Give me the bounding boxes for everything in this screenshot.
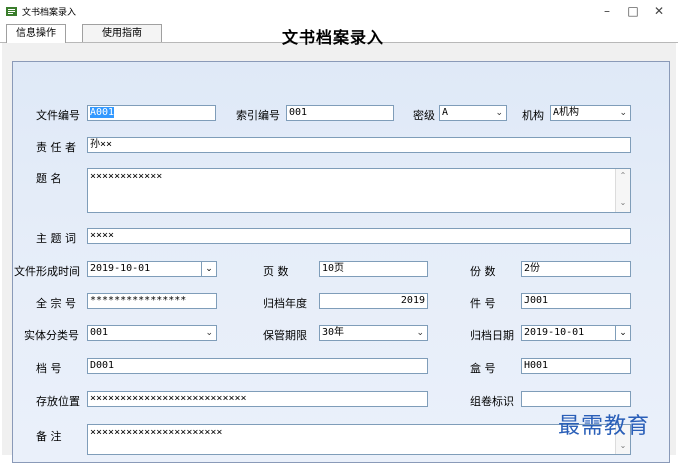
subject-input[interactable]: ×××× xyxy=(87,228,631,244)
archive-date-label: 归档日期 xyxy=(470,329,514,342)
retention-label: 保管期限 xyxy=(263,329,307,342)
title-field-label: 题 名 xyxy=(36,172,62,185)
form-title: 文书档案录入 xyxy=(281,28,384,47)
year-label: 归档年度 xyxy=(263,297,307,310)
form-date-picker[interactable]: 2019-10-01 ⌄ xyxy=(87,261,217,277)
subject-label: 主 题 词 xyxy=(36,232,76,245)
category-label: 实体分类号 xyxy=(24,329,79,342)
doc-no-value: A001 xyxy=(90,107,115,118)
copies-label: 份 数 xyxy=(470,265,496,278)
secret-select[interactable]: A ⌄ xyxy=(439,105,507,121)
retention-select[interactable]: 30年 ⌄ xyxy=(319,325,428,341)
fonds-input[interactable]: **************** xyxy=(87,293,217,309)
window-title: 文书档案录入 xyxy=(22,8,77,18)
volume-input[interactable] xyxy=(521,391,631,407)
category-select[interactable]: 001 ⌄ xyxy=(87,325,217,341)
pages-label: 页 数 xyxy=(263,265,289,278)
year-input[interactable]: 2019 xyxy=(319,293,428,309)
title-bar: 文书档案录入 – □ ✕ xyxy=(0,0,678,22)
index-no-input[interactable]: 001 xyxy=(286,105,394,121)
box-label: 盒 号 xyxy=(470,362,496,375)
minimize-button[interactable]: – xyxy=(596,2,618,20)
org-label: 机构 xyxy=(522,109,544,122)
chevron-down-icon: ⌄ xyxy=(416,328,424,338)
remark-label: 备 注 xyxy=(36,430,62,443)
remark-value: ×××××××××××××××××××××× xyxy=(90,427,223,438)
retention-value: 30年 xyxy=(322,327,345,338)
archive-date-value: 2019-10-01 xyxy=(524,327,585,338)
close-button[interactable]: ✕ xyxy=(648,2,670,20)
pages-input[interactable]: 10页 xyxy=(319,261,428,277)
doc-no-label: 文件编号 xyxy=(36,109,80,122)
volume-label: 组卷标识 xyxy=(470,395,514,408)
chevron-down-icon: ⌄ xyxy=(205,328,213,338)
form-date-label: 文件形成时间 xyxy=(14,265,80,278)
secret-label: 密级 xyxy=(413,109,435,122)
org-select[interactable]: A机构 ⌄ xyxy=(550,105,631,121)
title-scrollbar[interactable]: ⌃ ⌄ xyxy=(615,169,630,212)
calendar-dropdown-icon[interactable]: ⌄ xyxy=(615,326,630,340)
file-no-label: 档 号 xyxy=(36,362,62,375)
watermark-logo: 最需教育 xyxy=(558,414,651,439)
box-input[interactable]: H001 xyxy=(521,358,631,374)
owner-label: 责 任 者 xyxy=(36,141,76,154)
scroll-down-icon[interactable]: ⌄ xyxy=(616,198,630,210)
owner-input[interactable]: 孙×× xyxy=(87,137,631,153)
secret-value: A xyxy=(442,107,449,118)
index-no-label: 索引编号 xyxy=(236,109,280,122)
fonds-label: 全 宗 号 xyxy=(36,297,76,310)
remark-textarea[interactable]: ×××××××××××××××××××××× ⌄ xyxy=(87,424,631,455)
title-field-value: ×××××××××××× xyxy=(90,171,163,182)
chevron-down-icon: ⌄ xyxy=(619,108,627,118)
location-label: 存放位置 xyxy=(36,395,80,408)
piece-label: 件 号 xyxy=(470,297,496,310)
calendar-dropdown-icon[interactable]: ⌄ xyxy=(201,262,216,276)
app-icon xyxy=(6,7,17,16)
maximize-button[interactable]: □ xyxy=(622,2,644,20)
chevron-down-icon: ⌄ xyxy=(495,108,503,118)
file-no-input[interactable]: D001 xyxy=(87,358,428,374)
form-date-value: 2019-10-01 xyxy=(90,263,151,274)
org-value: A机构 xyxy=(553,107,580,118)
scroll-up-icon[interactable]: ⌃ xyxy=(616,171,630,183)
doc-no-input[interactable]: A001 xyxy=(87,105,216,121)
scroll-down-icon[interactable]: ⌄ xyxy=(616,441,630,453)
archive-date-picker[interactable]: 2019-10-01 ⌄ xyxy=(521,325,631,341)
category-value: 001 xyxy=(90,327,109,338)
piece-input[interactable]: J001 xyxy=(521,293,631,309)
title-textarea[interactable]: ×××××××××××× ⌃ ⌄ xyxy=(87,168,631,213)
copies-input[interactable]: 2份 xyxy=(521,261,631,277)
location-input[interactable]: ×××××××××××××××××××××××××× xyxy=(87,391,428,407)
